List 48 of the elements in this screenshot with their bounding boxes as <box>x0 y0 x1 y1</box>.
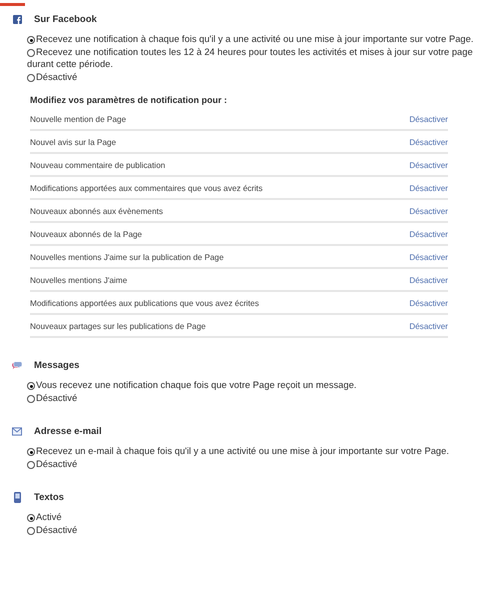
disable-link[interactable]: Désactiver <box>409 322 448 330</box>
radio-button[interactable] <box>27 394 35 402</box>
radio-button[interactable] <box>27 48 35 56</box>
section-title: Sur Facebook <box>34 14 97 24</box>
facebook-icon <box>12 14 22 24</box>
disable-link[interactable]: Désactiver <box>409 114 448 124</box>
radio-option[interactable]: Activé <box>27 511 476 524</box>
disable-link[interactable]: Désactiver <box>409 298 448 308</box>
radio-button[interactable] <box>27 36 35 44</box>
radio-button[interactable] <box>27 526 35 534</box>
radio-option[interactable]: Désactivé <box>27 524 476 536</box>
radio-option[interactable]: Désactivé <box>27 392 476 404</box>
disable-link[interactable]: Désactiver <box>409 184 448 192</box>
section-title: Messages <box>34 360 80 370</box>
radio-option[interactable]: Recevez une notification toutes les 12 à 24 heures pour toutes les activités et mises à jour sur votre page durant cette période. <box>27 46 476 70</box>
setting-label: Nouvelles mentions J'aime <box>30 276 128 284</box>
disable-link[interactable]: Désactiver <box>409 160 448 170</box>
disable-link[interactable]: Désactiver <box>409 230 448 238</box>
radio-button[interactable] <box>27 460 35 468</box>
disable-link[interactable]: Désactiver <box>409 276 448 284</box>
radio-option[interactable]: Désactivé <box>27 458 476 470</box>
accent-bar <box>0 3 25 6</box>
radio-option[interactable]: Recevez un e-mail à chaque fois qu'il y a une activité ou une mise à jour importante sur votre Page. <box>27 445 476 458</box>
setting-label: Modifications apportées aux commentaires que vous avez écrits <box>30 184 263 192</box>
phone-icon <box>14 492 20 502</box>
radio-option[interactable]: Désactivé <box>27 70 476 83</box>
setting-label: Nouveaux abonnés aux évènements <box>30 206 163 216</box>
radio-button[interactable] <box>27 448 35 456</box>
radio-button[interactable] <box>27 382 35 390</box>
setting-label: Nouvel avis sur la Page <box>30 138 116 146</box>
chat-bubbles-icon <box>12 360 22 370</box>
setting-label: Nouveaux partages sur les publications de Page <box>30 322 206 330</box>
subheading: Modifiez vos paramètres de notification pour : <box>30 95 228 105</box>
envelope-icon <box>12 426 22 436</box>
radio-button[interactable] <box>27 514 35 522</box>
section-title: Textos <box>34 492 64 502</box>
setting-label: Nouveau commentaire de publication <box>30 160 166 170</box>
radio-button[interactable] <box>27 74 35 82</box>
setting-label: Nouveaux abonnés de la Page <box>30 230 142 238</box>
radio-option[interactable]: Vous recevez une notification chaque fois que votre Page reçoit un message. <box>27 379 476 392</box>
setting-label: Nouvelles mentions J'aime sur la publication de Page <box>30 252 224 262</box>
disable-link[interactable]: Désactiver <box>409 138 448 146</box>
setting-label: Modifications apportées aux publications que vous avez écrites <box>30 298 259 308</box>
setting-label: Nouvelle mention de Page <box>30 114 126 124</box>
disable-link[interactable]: Désactiver <box>409 252 448 262</box>
radio-option[interactable]: Recevez une notification à chaque fois qu'il y a une activité ou une mise à jour importante sur votre Page. <box>27 33 476 46</box>
disable-link[interactable]: Désactiver <box>409 206 448 216</box>
section-title: Adresse e-mail <box>34 426 102 436</box>
